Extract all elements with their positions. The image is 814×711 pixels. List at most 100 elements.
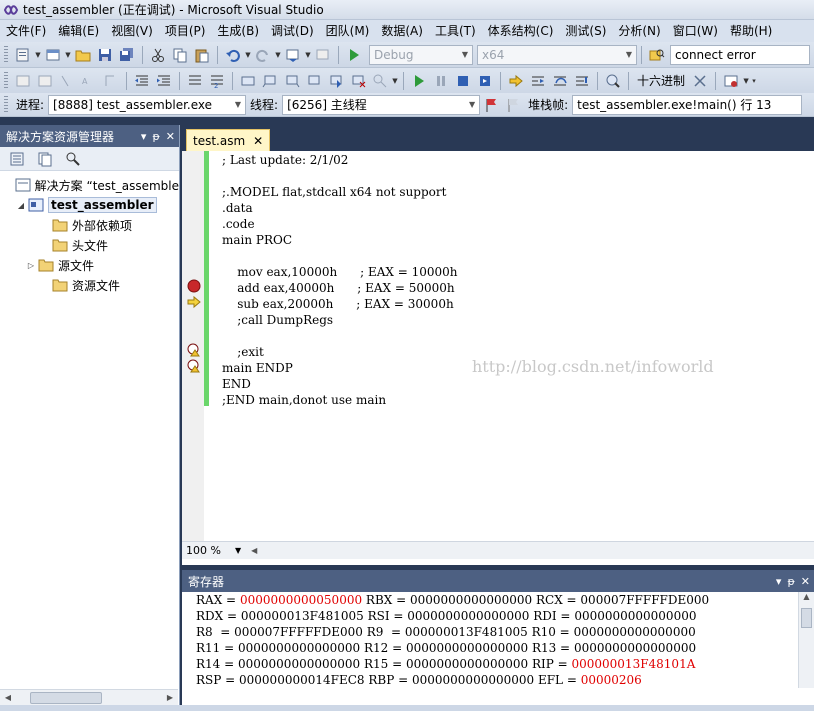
collapsed-triangle-icon[interactable]: ▷ bbox=[24, 261, 38, 270]
code-editor[interactable]: ; Last update: 2/1/02 ;.MODEL flat,stdcal… bbox=[182, 151, 814, 541]
register-value[interactable]: 0000000000000000 bbox=[574, 609, 696, 623]
tree-item-resource-files[interactable]: 资源文件 bbox=[0, 275, 179, 295]
register-value[interactable]: 000000000014FEC8 bbox=[239, 673, 365, 687]
register-value[interactable]: 0000000000000000 bbox=[238, 657, 360, 671]
redo-icon[interactable] bbox=[253, 45, 273, 65]
pause-icon[interactable] bbox=[431, 71, 451, 91]
open-file-icon[interactable] bbox=[73, 45, 93, 65]
chevron-down-icon[interactable]: ▼ bbox=[742, 71, 750, 91]
menu-item[interactable]: 帮助(H) bbox=[724, 20, 778, 42]
tree-item-external-deps[interactable]: 外部依赖项 bbox=[0, 215, 179, 235]
expanded-triangle-icon[interactable]: ◢ bbox=[14, 201, 28, 210]
chevron-down-icon[interactable]: ▾ bbox=[141, 130, 147, 143]
flag-all-threads-icon[interactable] bbox=[503, 95, 523, 115]
pin-icon[interactable]: ᵽ bbox=[787, 575, 794, 588]
register-value[interactable]: 000007FFFFFDE000 bbox=[580, 593, 709, 607]
increase-indent-icon[interactable] bbox=[154, 71, 174, 91]
toolbar-grip[interactable] bbox=[4, 95, 8, 114]
save-all-icon[interactable] bbox=[117, 45, 137, 65]
show-next-statement-icon[interactable] bbox=[506, 71, 526, 91]
register-value[interactable]: 0000000000000000 bbox=[574, 625, 696, 639]
vertical-scrollbar[interactable]: ▲ bbox=[798, 592, 814, 688]
find-input[interactable]: connect error bbox=[670, 44, 810, 65]
undo-icon[interactable] bbox=[223, 45, 243, 65]
parameter-info-icon[interactable] bbox=[35, 71, 55, 91]
menu-item[interactable]: 视图(V) bbox=[105, 20, 159, 42]
new-project-icon[interactable] bbox=[13, 45, 33, 65]
start-debugging-icon[interactable] bbox=[344, 45, 364, 65]
quick-watch-icon[interactable] bbox=[603, 71, 623, 91]
find-in-files-icon[interactable] bbox=[647, 45, 667, 65]
scroll-right-icon[interactable]: ▶ bbox=[162, 693, 178, 702]
register-value[interactable]: 0000000000000000 bbox=[407, 609, 529, 623]
thread-select[interactable]: [6256] 主线程 ▼ bbox=[282, 94, 481, 115]
chevron-down-icon[interactable]: ▼ bbox=[244, 45, 252, 65]
tree-item-source-files[interactable]: ▷ 源文件 bbox=[0, 255, 179, 275]
find-symbol-icon[interactable] bbox=[370, 71, 390, 91]
register-value[interactable]: 0000000000000000 bbox=[238, 641, 360, 655]
decrease-indent-icon[interactable] bbox=[132, 71, 152, 91]
menu-item[interactable]: 团队(M) bbox=[320, 20, 376, 42]
step-over-icon[interactable] bbox=[550, 71, 570, 91]
register-value[interactable]: 000000013F48101A bbox=[571, 657, 695, 671]
register-value[interactable]: 00000206 bbox=[581, 673, 642, 687]
bookmark-next-icon[interactable] bbox=[282, 71, 302, 91]
tree-item-solution[interactable]: 解决方案 “test_assemble bbox=[0, 175, 179, 195]
flag-thread-icon[interactable] bbox=[481, 95, 501, 115]
solution-platform-select[interactable]: x64 ▼ bbox=[477, 44, 637, 65]
close-icon[interactable]: ✕ bbox=[801, 575, 810, 588]
bookmark-folder-next-icon[interactable] bbox=[326, 71, 346, 91]
chevron-down-icon[interactable]: ▼ bbox=[274, 45, 282, 65]
bookmark-previous-icon[interactable] bbox=[260, 71, 280, 91]
menu-item[interactable]: 调试(D) bbox=[265, 20, 320, 42]
solution-configuration-select[interactable]: Debug ▼ bbox=[369, 44, 473, 65]
warning-breakpoint-icon[interactable] bbox=[187, 359, 201, 373]
tab-test-asm[interactable]: test.asm ✕ bbox=[186, 129, 271, 151]
horizontal-scrollbar[interactable]: ◀ ▶ bbox=[0, 689, 178, 705]
step-into-icon[interactable] bbox=[528, 71, 548, 91]
bookmark-clear-icon[interactable] bbox=[348, 71, 368, 91]
chevron-down-icon[interactable]: ▼ bbox=[34, 45, 42, 65]
stop-debugging-icon[interactable] bbox=[453, 71, 473, 91]
restart-icon[interactable] bbox=[475, 71, 495, 91]
warning-breakpoint-icon[interactable] bbox=[187, 343, 201, 357]
register-value[interactable]: 000000013F481005 bbox=[405, 625, 528, 639]
quick-info-icon[interactable] bbox=[57, 71, 77, 91]
pin-icon[interactable]: ᵽ bbox=[152, 130, 159, 143]
process-select[interactable]: [8888] test_assembler.exe ▼ bbox=[48, 94, 247, 115]
scroll-left-icon[interactable]: ◀ bbox=[251, 546, 257, 555]
tree-item-project[interactable]: ◢ test_assembler bbox=[0, 195, 179, 215]
code-text[interactable]: ; Last update: 2/1/02 ;.MODEL flat,stdcal… bbox=[222, 152, 458, 408]
uncomment-icon[interactable]: 2 bbox=[207, 71, 227, 91]
register-value[interactable]: 000007FFFFFDE000 bbox=[234, 625, 363, 639]
chevron-down-icon[interactable]: ▼ bbox=[304, 45, 312, 65]
navigate-backward-icon[interactable] bbox=[283, 45, 303, 65]
scroll-left-icon[interactable]: ◀ bbox=[0, 693, 16, 702]
menu-item[interactable]: 数据(A) bbox=[375, 20, 429, 42]
word-completion-icon[interactable]: A bbox=[79, 71, 99, 91]
member-list-icon[interactable] bbox=[13, 71, 33, 91]
register-value[interactable]: 0000000000050000 bbox=[240, 593, 362, 607]
add-item-icon[interactable] bbox=[43, 45, 63, 65]
cut-icon[interactable] bbox=[148, 45, 168, 65]
step-out-icon[interactable] bbox=[572, 71, 592, 91]
close-icon[interactable]: ✕ bbox=[166, 130, 175, 143]
register-value[interactable]: 000000013F481005 bbox=[241, 609, 364, 623]
chevron-down-icon[interactable]: ▼ bbox=[64, 45, 72, 65]
paste-icon[interactable] bbox=[192, 45, 212, 65]
menu-item[interactable]: 窗口(W) bbox=[667, 20, 724, 42]
breakpoint-icon[interactable] bbox=[187, 279, 201, 293]
show-all-files-icon[interactable] bbox=[35, 149, 55, 169]
breakpoints-window-icon[interactable] bbox=[721, 71, 741, 91]
register-value[interactable]: 0000000000000000 bbox=[574, 641, 696, 655]
menu-item[interactable]: 生成(B) bbox=[211, 20, 265, 42]
scrollbar-thumb[interactable] bbox=[30, 691, 102, 704]
menu-item[interactable]: 体系结构(C) bbox=[482, 20, 560, 42]
menu-item[interactable]: 测试(S) bbox=[559, 20, 612, 42]
chevron-down-icon[interactable]: ▼ bbox=[391, 71, 399, 91]
zoom-select[interactable]: 100 % ▼ bbox=[186, 544, 241, 557]
threads-icon[interactable] bbox=[690, 71, 710, 91]
comment-out-icon[interactable] bbox=[185, 71, 205, 91]
close-icon[interactable]: ✕ bbox=[253, 134, 263, 148]
hexadecimal-toggle[interactable]: 十六进制 bbox=[637, 72, 685, 89]
